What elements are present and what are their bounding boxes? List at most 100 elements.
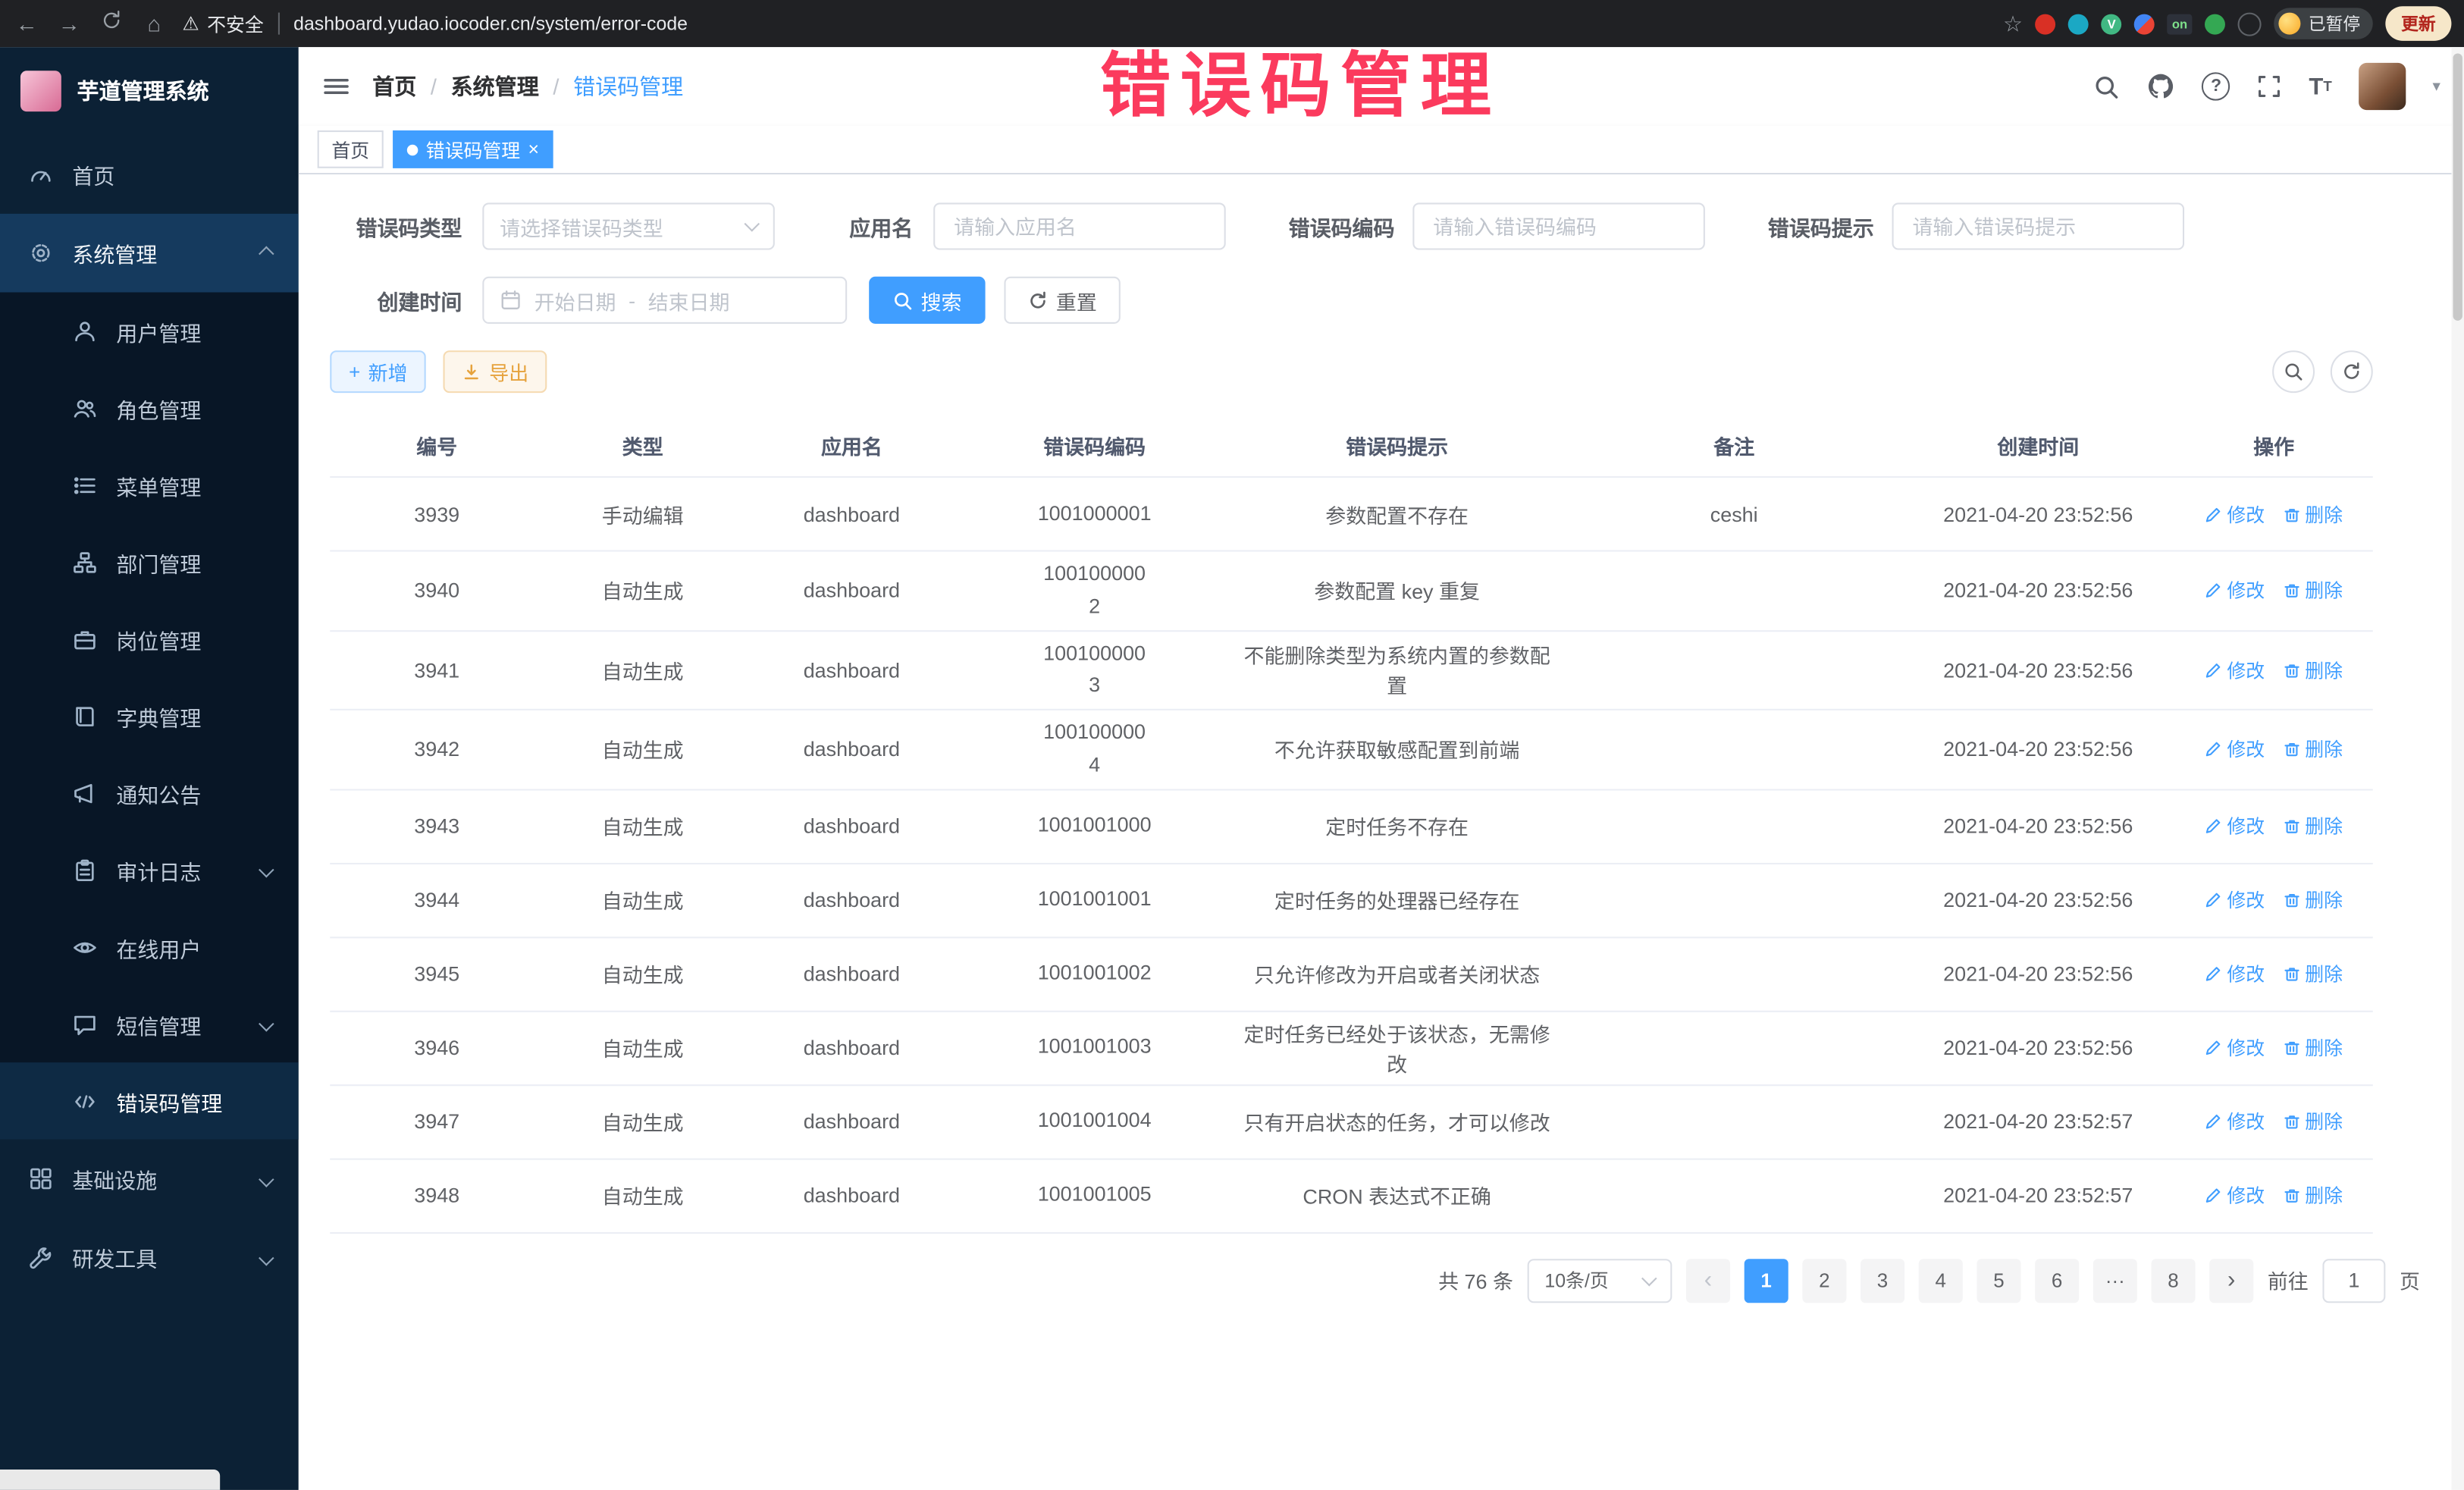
edit-link[interactable]: 修改 xyxy=(2205,500,2265,527)
sidebar-item-sms[interactable]: 短信管理 xyxy=(0,986,299,1063)
extension-on-badge[interactable]: on xyxy=(2168,14,2193,34)
page-button-1[interactable]: 1 xyxy=(1745,1259,1788,1303)
address-bar[interactable]: dashboard.yudao.iocoder.cn/system/error-… xyxy=(293,13,1989,35)
refresh-table-button[interactable] xyxy=(2331,350,2373,393)
edit-link[interactable]: 修改 xyxy=(2205,577,2265,604)
date-range-picker[interactable]: 开始日期 - 结束日期 xyxy=(482,277,847,324)
cell-time: 2021-04-20 23:52:57 xyxy=(1901,1104,2175,1140)
page-button-3[interactable]: 3 xyxy=(1861,1259,1904,1303)
sidebar-item-users[interactable]: 用户管理 xyxy=(0,293,299,370)
app-logo[interactable]: 芋道管理系统 xyxy=(0,47,299,135)
extension-vue-icon[interactable]: V xyxy=(2102,14,2122,34)
edit-link[interactable]: 修改 xyxy=(2205,887,2265,914)
toggle-search-button[interactable] xyxy=(2272,350,2315,393)
edit-link[interactable]: 修改 xyxy=(2205,1109,2265,1135)
bookmark-star-icon[interactable]: ☆ xyxy=(2003,10,2023,36)
search-button[interactable]: 搜索 xyxy=(869,277,985,324)
scrollbar[interactable] xyxy=(2451,47,2464,1490)
breadcrumb-home[interactable]: 首页 xyxy=(372,71,416,102)
refresh-icon[interactable] xyxy=(98,0,126,47)
chevron-down-icon xyxy=(259,862,274,878)
extension-teal-icon[interactable] xyxy=(2068,14,2089,34)
sidebar-item-menus[interactable]: 菜单管理 xyxy=(0,447,299,524)
next-page-button[interactable]: › xyxy=(2209,1259,2253,1303)
edit-link[interactable]: 修改 xyxy=(2205,736,2265,763)
page-ellipsis[interactable]: ··· xyxy=(2093,1259,2137,1303)
page-button-8[interactable]: 8 xyxy=(2151,1259,2195,1303)
home-icon[interactable]: ⌂ xyxy=(140,0,168,47)
font-size-icon[interactable]: TT xyxy=(2309,73,2331,99)
forward-icon[interactable]: → xyxy=(55,0,83,47)
tag-error-code[interactable]: 错误码管理 × xyxy=(393,130,553,168)
fullscreen-icon[interactable] xyxy=(2257,74,2282,99)
edit-link[interactable]: 修改 xyxy=(2205,813,2265,839)
sidebar-item-posts[interactable]: 岗位管理 xyxy=(0,601,299,678)
app-input[interactable] xyxy=(951,213,1208,240)
sidebar-item-infrastructure[interactable]: 基础设施 xyxy=(0,1140,299,1219)
delete-link[interactable]: 删除 xyxy=(2283,961,2343,987)
cell-type: 自动生成 xyxy=(544,729,741,771)
goto-page-input[interactable] xyxy=(2340,1267,2368,1294)
extension-grid-icon[interactable] xyxy=(2134,14,2155,34)
delete-link[interactable]: 删除 xyxy=(2283,736,2343,763)
search-icon[interactable] xyxy=(2093,73,2120,99)
extensions-puzzle-icon[interactable] xyxy=(2238,12,2262,36)
page-button-2[interactable]: 2 xyxy=(1802,1259,1846,1303)
paused-badge[interactable]: 已暂停 xyxy=(2274,8,2373,39)
close-icon[interactable]: × xyxy=(528,140,539,158)
sidebar-item-notices[interactable]: 通知公告 xyxy=(0,754,299,832)
breadcrumb-system[interactable]: 系统管理 xyxy=(451,71,539,102)
sidebar-item-error-code[interactable]: 错误码管理 xyxy=(0,1062,299,1140)
delete-link[interactable]: 删除 xyxy=(2283,813,2343,839)
help-icon[interactable]: ? xyxy=(2202,72,2230,100)
sidebar-item-system[interactable]: 系统管理 xyxy=(0,214,299,293)
delete-link[interactable]: 删除 xyxy=(2283,577,2343,604)
security-indicator[interactable]: ⚠ 不安全 xyxy=(182,10,263,36)
type-select[interactable]: 请选择错误码类型 xyxy=(482,202,775,249)
user-avatar[interactable] xyxy=(2359,63,2406,110)
cell-type: 自动生成 xyxy=(544,649,741,692)
page-button-4[interactable]: 4 xyxy=(1919,1259,1963,1303)
page-button-6[interactable]: 6 xyxy=(2035,1259,2079,1303)
cell-type: 手动编辑 xyxy=(544,493,741,535)
edit-link[interactable]: 修改 xyxy=(2205,1034,2265,1061)
back-icon[interactable]: ← xyxy=(13,0,41,47)
page-size-select[interactable]: 10条/页 xyxy=(1528,1259,1672,1303)
delete-link[interactable]: 删除 xyxy=(2283,1182,2343,1209)
extension-green-icon[interactable] xyxy=(2205,14,2225,34)
edit-link[interactable]: 修改 xyxy=(2205,1182,2265,1209)
export-button[interactable]: 导出 xyxy=(444,350,547,393)
sidebar-item-home[interactable]: 首页 xyxy=(0,135,299,214)
sidebar-item-online-users[interactable]: 在线用户 xyxy=(0,908,299,986)
msg-input[interactable] xyxy=(1909,213,2167,240)
add-button[interactable]: + 新增 xyxy=(330,350,426,393)
extension-red-icon[interactable] xyxy=(2036,14,2056,34)
table-body: 3939 手动编辑 dashboard 1001000001 参数配置不存在 c… xyxy=(330,478,2373,1234)
avatar-caret-icon[interactable]: ▾ xyxy=(2432,78,2440,96)
delete-link[interactable]: 删除 xyxy=(2283,657,2343,683)
hamburger-icon[interactable] xyxy=(322,74,350,99)
eye-icon xyxy=(71,934,97,959)
scrollbar-thumb[interactable] xyxy=(2453,53,2462,320)
github-icon[interactable] xyxy=(2147,72,2175,100)
edit-link[interactable]: 修改 xyxy=(2205,657,2265,683)
sidebar-item-departments[interactable]: 部门管理 xyxy=(0,523,299,601)
table-toolbar: + 新增 导出 xyxy=(330,350,2373,393)
edit-link[interactable]: 修改 xyxy=(2205,961,2265,987)
sidebar-item-roles[interactable]: 角色管理 xyxy=(0,369,299,447)
sidebar-item-audit-log[interactable]: 审计日志 xyxy=(0,831,299,908)
sidebar-item-dev-tools[interactable]: 研发工具 xyxy=(0,1218,299,1297)
page-button-5[interactable]: 5 xyxy=(1977,1259,2020,1303)
reset-button[interactable]: 重置 xyxy=(1004,277,1120,324)
code-input[interactable] xyxy=(1430,213,1688,240)
update-button[interactable]: 更新 xyxy=(2385,6,2451,41)
cell-actions: 修改 删除 xyxy=(2175,1176,2373,1216)
time-label: 创建时间 xyxy=(330,284,462,315)
delete-link[interactable]: 删除 xyxy=(2283,887,2343,914)
delete-link[interactable]: 删除 xyxy=(2283,1109,2343,1135)
sidebar-item-dictionary[interactable]: 字典管理 xyxy=(0,677,299,754)
prev-page-button[interactable]: ‹ xyxy=(1686,1259,1730,1303)
tag-home[interactable]: 首页 xyxy=(318,130,384,168)
delete-link[interactable]: 删除 xyxy=(2283,500,2343,527)
delete-link[interactable]: 删除 xyxy=(2283,1034,2343,1061)
